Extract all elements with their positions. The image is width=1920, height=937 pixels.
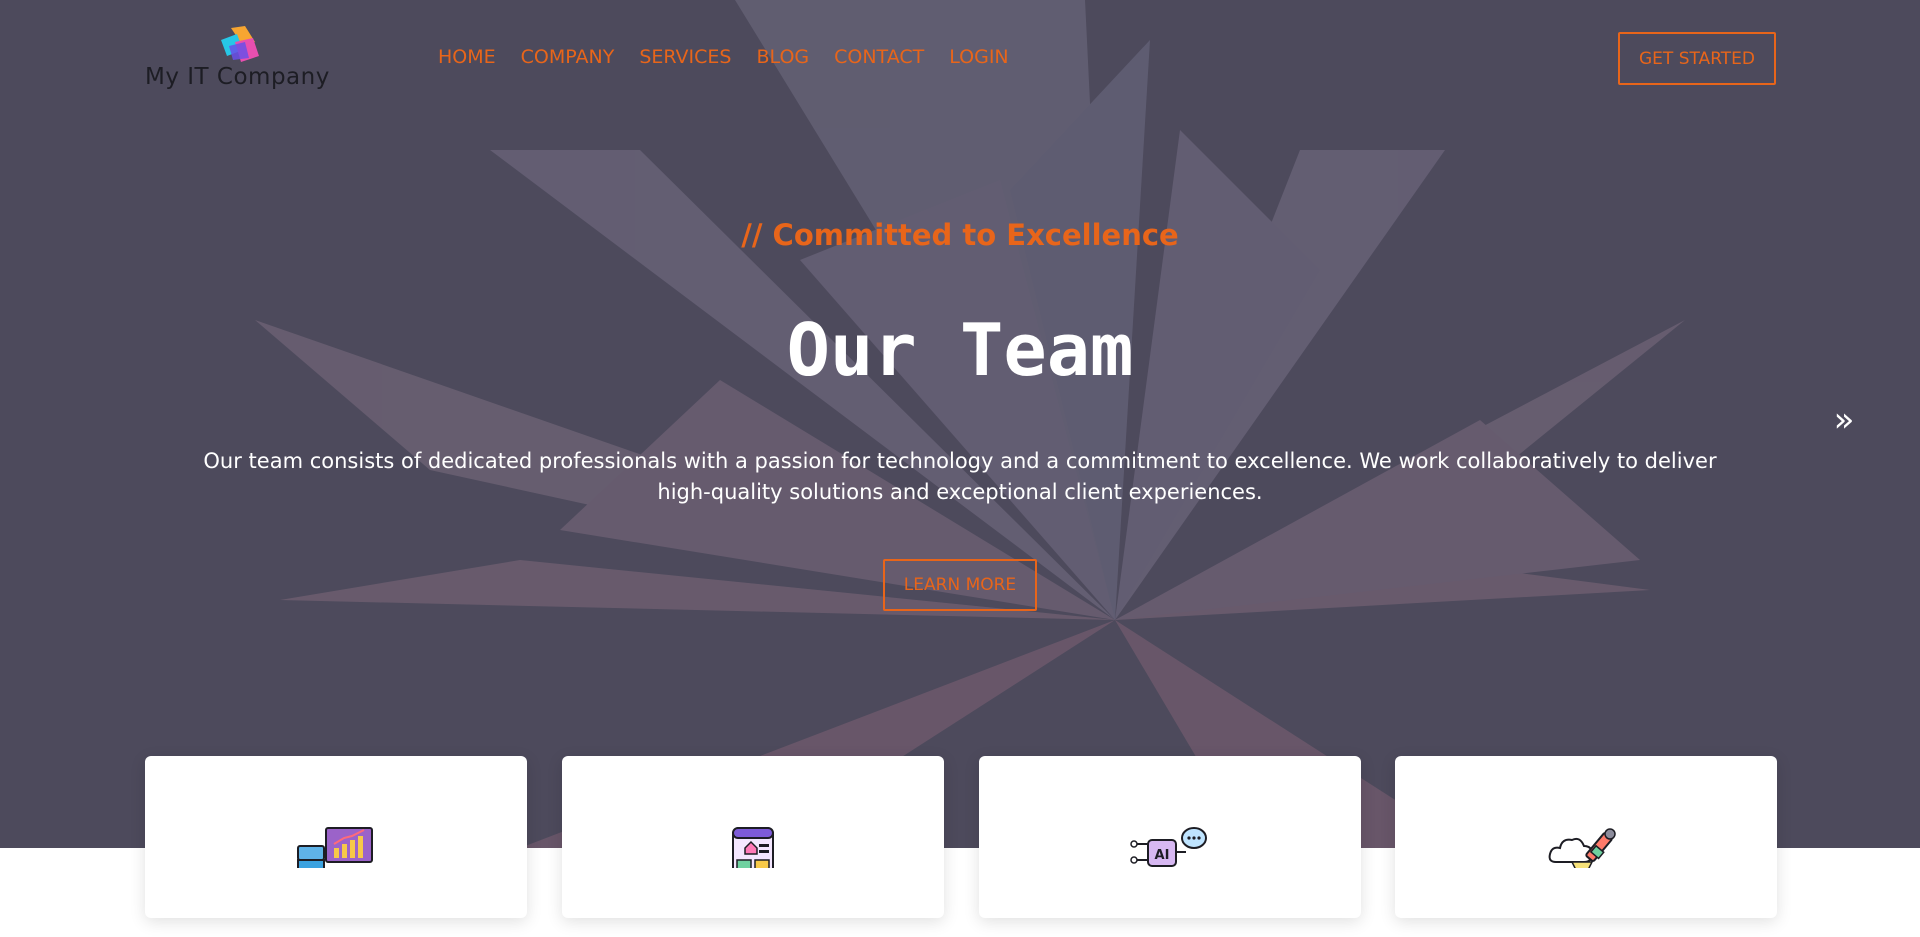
hero-tagline: // Committed to Excellence: [741, 218, 1179, 252]
service-card-ai[interactable]: AI: [979, 756, 1361, 918]
brand-logo[interactable]: My IT Company: [145, 24, 335, 94]
site-header: My IT Company HOME COMPANY SERVICES BLOG…: [0, 0, 1920, 120]
brand-name: My IT Company: [145, 64, 330, 90]
hero-description: Our team consists of dedicated professio…: [203, 449, 1717, 504]
nav-item-home[interactable]: HOME: [438, 46, 496, 68]
get-started-button[interactable]: GET STARTED: [1618, 32, 1776, 85]
service-card-design[interactable]: [1395, 756, 1777, 918]
page-title: Our Team: [786, 308, 1134, 392]
analytics-dashboard-icon: [297, 827, 373, 868]
logo-mark-icon: [221, 26, 259, 62]
svg-text:AI: AI: [1155, 848, 1170, 863]
hero-section: My IT Company HOME COMPANY SERVICES BLOG…: [0, 0, 1920, 848]
main-nav: HOME COMPANY SERVICES BLOG CONTACT LOGIN: [438, 46, 1009, 68]
nav-item-services[interactable]: SERVICES: [639, 46, 731, 68]
nav-item-contact[interactable]: CONTACT: [834, 46, 924, 68]
service-card-analytics[interactable]: [145, 756, 527, 918]
double-chevron-right-icon[interactable]: »: [1826, 397, 1862, 443]
ai-chip-icon: AI: [1130, 827, 1207, 867]
nav-item-login[interactable]: LOGIN: [949, 46, 1008, 68]
learn-more-button[interactable]: LEARN MORE: [883, 559, 1037, 611]
nav-item-blog[interactable]: BLOG: [757, 46, 810, 68]
hero-background-image: [255, 0, 1685, 848]
service-card-mobile[interactable]: [562, 756, 944, 918]
cloud-design-icon: [1548, 828, 1616, 868]
nav-item-company[interactable]: COMPANY: [521, 46, 615, 68]
mobile-app-icon: [732, 827, 774, 868]
